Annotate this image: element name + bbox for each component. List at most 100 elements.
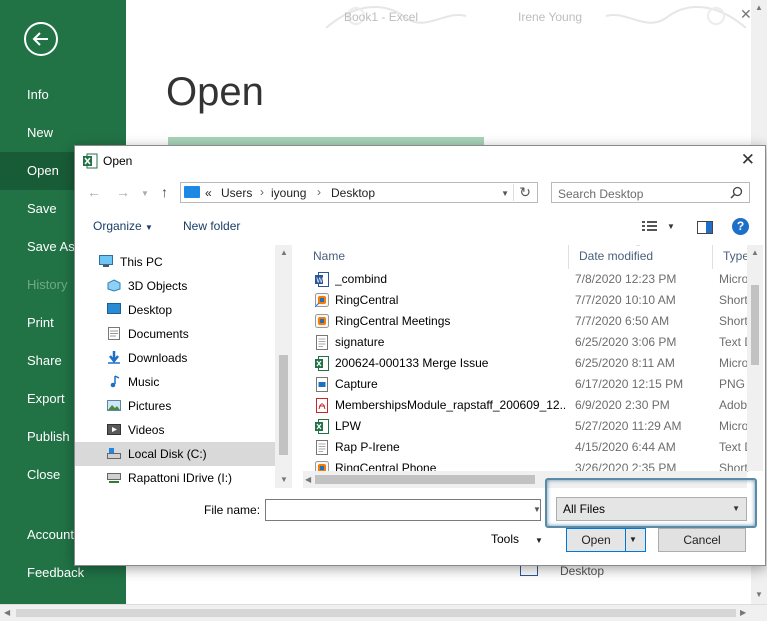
file-name-input[interactable] — [265, 499, 541, 521]
scroll-left-icon[interactable]: ◀ — [4, 608, 10, 617]
forward-arrow-icon[interactable]: → — [116, 184, 130, 200]
scroll-up-icon[interactable]: ▲ — [280, 248, 288, 257]
open-button[interactable]: Open ▼ — [566, 528, 646, 552]
chevron-down-icon[interactable]: ▼ — [501, 189, 509, 198]
file-name: Capture — [335, 377, 378, 391]
scroll-thumb[interactable] — [751, 285, 759, 365]
chevron-down-icon[interactable]: ▼ — [535, 536, 543, 545]
column-header-name[interactable]: Name — [303, 245, 569, 269]
close-icon[interactable]: ✕ — [741, 150, 755, 170]
nav-scrollbar[interactable]: ▲ ▼ — [275, 245, 292, 488]
address-overflow[interactable]: « — [205, 186, 212, 200]
nav-item-desktop[interactable]: Desktop — [75, 298, 275, 322]
nav-label: 3D Objects — [128, 279, 188, 293]
file-type: Short — [719, 314, 748, 328]
refresh-icon[interactable]: ↻ — [513, 184, 531, 201]
svg-text:W: W — [316, 277, 323, 285]
text-file-icon — [316, 335, 328, 350]
chevron-right-icon[interactable]: › — [317, 185, 321, 199]
nav-item-this-pc[interactable]: This PC — [75, 250, 275, 274]
scroll-down-icon[interactable]: ▼ — [280, 475, 288, 484]
nav-item-3d-objects[interactable]: 3D Objects — [75, 274, 275, 298]
nav-label: Videos — [128, 423, 165, 437]
preview-pane-icon[interactable] — [697, 221, 713, 234]
recent-locations-chevron-icon[interactable]: ▼ — [141, 189, 149, 198]
scroll-up-icon[interactable]: ▲ — [751, 248, 759, 257]
file-date: 7/8/2020 12:23 PM — [575, 272, 677, 286]
back-arrow-icon[interactable]: ← — [87, 184, 101, 200]
navigation-pane: This PC 3D Objects Desktop Documents Dow… — [75, 245, 292, 488]
nav-item-videos[interactable]: Videos — [75, 418, 275, 442]
file-row[interactable]: Capture 6/17/2020 12:15 PM PNG — [303, 374, 763, 395]
horizontal-scrollbar[interactable]: ◀ ▶ — [0, 604, 767, 621]
scroll-left-icon[interactable]: ◀ — [305, 475, 311, 484]
ringcentral-shortcut-icon — [315, 293, 329, 308]
file-name: MembershipsModule_rapstaff_200609_12... — [335, 398, 565, 412]
search-input[interactable] — [552, 183, 730, 204]
file-type-select[interactable]: All Files ▼ — [556, 497, 747, 521]
column-header-date-modified[interactable]: Date modified ⌃ — [569, 245, 713, 269]
pdf-file-icon — [316, 398, 328, 413]
recent-item-label[interactable]: Desktop — [560, 564, 604, 578]
nav-label: Documents — [128, 327, 189, 341]
scroll-thumb[interactable] — [279, 355, 288, 455]
file-name: LPW — [335, 419, 362, 433]
arrow-left-icon — [32, 32, 48, 46]
organize-label: Organize — [93, 219, 142, 233]
file-row[interactable]: RingCentral Meetings 7/7/2020 6:50 AM Sh… — [303, 311, 763, 332]
computer-icon — [99, 255, 113, 267]
file-date: 6/9/2020 2:30 PM — [575, 398, 670, 412]
nav-item-network-drive[interactable]: Rapattoni IDrive (I:) — [75, 466, 275, 490]
nav-item-pictures[interactable]: Pictures — [75, 394, 275, 418]
new-folder-button[interactable]: New folder — [183, 219, 240, 233]
user-name[interactable]: Irene Young — [518, 10, 582, 24]
nav-label: Desktop — [128, 303, 173, 317]
nav-item-local-disk[interactable]: Local Disk (C:) — [75, 442, 275, 466]
file-list: Name Date modified ⌃ Type W _combind 7/8… — [303, 245, 763, 488]
chevron-down-icon[interactable]: ▼ — [667, 222, 675, 231]
scroll-right-icon[interactable]: ▶ — [740, 608, 746, 617]
file-row[interactable]: 200624-000133 Merge Issue 6/25/2020 8:11… — [303, 353, 763, 374]
split-divider — [625, 529, 626, 551]
up-arrow-icon[interactable]: ↑ — [161, 184, 168, 200]
help-icon[interactable]: ? — [732, 218, 749, 235]
organize-button[interactable]: Organize ▼ — [93, 219, 153, 233]
file-row[interactable]: LPW 5/27/2020 11:29 AM Micro — [303, 416, 763, 437]
address-segment-user[interactable]: iyoung — [271, 186, 306, 200]
cube-icon — [107, 279, 121, 292]
chevron-down-icon[interactable]: ▼ — [629, 529, 637, 551]
download-icon — [108, 351, 120, 364]
address-segment-users[interactable]: Users — [221, 186, 252, 200]
back-button[interactable] — [24, 22, 58, 56]
file-row[interactable]: RingCentral 7/7/2020 10:10 AM Short — [303, 290, 763, 311]
text-file-icon — [316, 440, 328, 455]
cancel-button[interactable]: Cancel — [658, 528, 746, 552]
search-box[interactable] — [551, 182, 750, 204]
file-row[interactable]: W _combind 7/8/2020 12:23 PM Micro — [303, 269, 763, 290]
tools-button[interactable]: Tools — [491, 532, 519, 546]
search-icon[interactable] — [730, 186, 743, 199]
dialog-toolbar: Organize ▼ New folder ▼ ? — [75, 210, 763, 242]
ringcentral-meetings-shortcut-icon — [315, 314, 329, 328]
file-row[interactable]: MembershipsModule_rapstaff_200609_12... … — [303, 395, 763, 416]
file-row[interactable]: Rap P-Irene 4/15/2020 6:44 AM Text D — [303, 437, 763, 458]
chevron-right-icon[interactable]: › — [260, 185, 264, 199]
nav-item-music[interactable]: Music — [75, 370, 275, 394]
close-window-icon[interactable]: ✕ — [740, 6, 752, 23]
scroll-down-icon[interactable]: ▼ — [755, 590, 763, 599]
nav-item-documents[interactable]: Documents — [75, 322, 275, 346]
videos-icon — [107, 424, 121, 435]
scroll-thumb[interactable] — [315, 475, 535, 484]
file-row[interactable]: signature 6/25/2020 3:06 PM Text D — [303, 332, 763, 353]
address-segment-desktop[interactable]: Desktop — [331, 186, 375, 200]
image-file-icon — [316, 377, 328, 392]
sidebar-item-info[interactable]: Info — [0, 76, 126, 114]
address-bar[interactable]: « Users › iyoung › Desktop ▼ ↻ — [180, 182, 538, 203]
file-type: Micro — [719, 419, 749, 433]
file-list-vertical-scrollbar[interactable]: ▲ — [747, 245, 763, 471]
nav-item-downloads[interactable]: Downloads — [75, 346, 275, 370]
scroll-up-icon[interactable]: ▲ — [755, 3, 763, 12]
chevron-down-icon[interactable]: ▼ — [533, 505, 541, 514]
view-options-icon[interactable] — [641, 220, 659, 232]
scroll-thumb[interactable] — [16, 609, 736, 617]
